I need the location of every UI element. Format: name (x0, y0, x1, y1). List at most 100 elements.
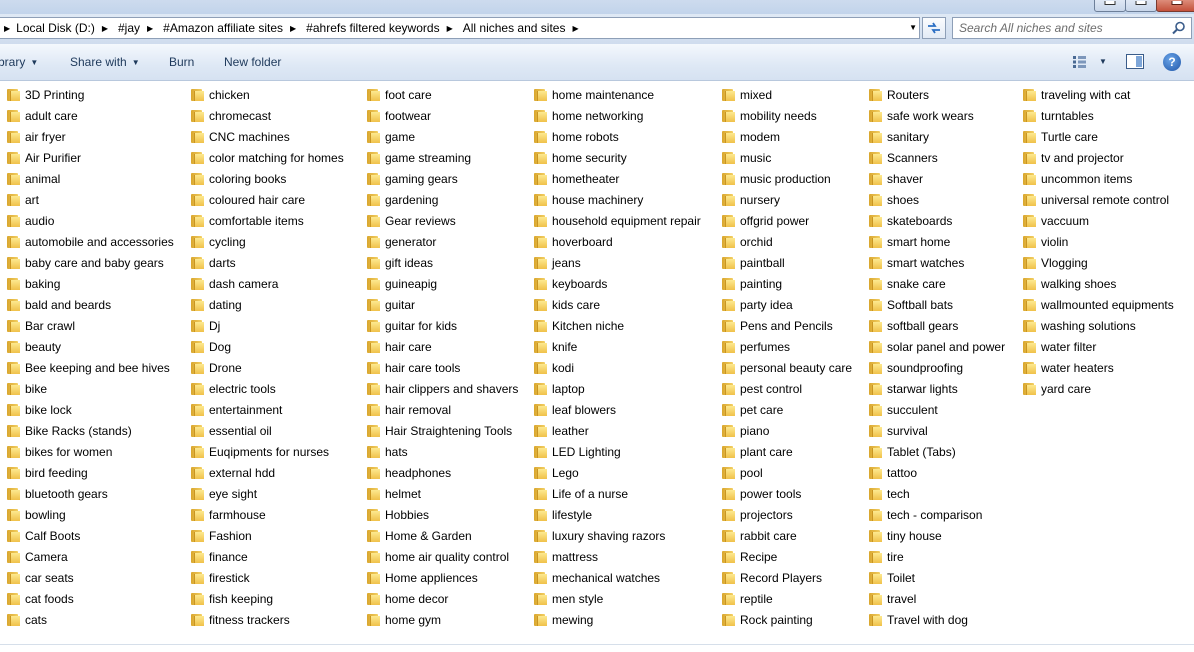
breadcrumb-label[interactable]: #ahrefs filtered keywords (306, 21, 439, 35)
folder-item[interactable]: laptop (534, 378, 701, 399)
folder-item[interactable]: home gym (367, 609, 518, 630)
folder-item[interactable]: tv and projector (1023, 147, 1174, 168)
folder-item[interactable]: cycling (191, 231, 344, 252)
folder-item[interactable]: yard care (1023, 378, 1174, 399)
folder-item[interactable]: external hdd (191, 462, 344, 483)
folder-item[interactable]: Hair Straightening Tools (367, 420, 518, 441)
folder-item[interactable]: mechanical watches (534, 567, 701, 588)
folder-item[interactable]: water heaters (1023, 357, 1174, 378)
folder-item[interactable]: home networking (534, 105, 701, 126)
folder-item[interactable]: Vlogging (1023, 252, 1174, 273)
folder-item[interactable]: universal remote control (1023, 189, 1174, 210)
folder-item[interactable]: foot care (367, 84, 518, 105)
address-dropdown-icon[interactable]: ▼ (909, 23, 917, 32)
folder-item[interactable]: projectors (722, 504, 852, 525)
folder-item[interactable]: guitar (367, 294, 518, 315)
folder-item[interactable]: Record Players (722, 567, 852, 588)
folder-item[interactable]: hats (367, 441, 518, 462)
folder-item[interactable]: Bar crawl (7, 315, 174, 336)
folder-item[interactable]: home decor (367, 588, 518, 609)
folder-item[interactable]: skateboards (869, 210, 1005, 231)
folder-item[interactable]: air fryer (7, 126, 174, 147)
folder-item[interactable]: headphones (367, 462, 518, 483)
folder-item[interactable]: gardening (367, 189, 518, 210)
folder-item[interactable]: Life of a nurse (534, 483, 701, 504)
folder-item[interactable]: chromecast (191, 105, 344, 126)
folder-item[interactable]: coloured hair care (191, 189, 344, 210)
folder-item[interactable]: violin (1023, 231, 1174, 252)
folder-item[interactable]: mixed (722, 84, 852, 105)
folder-item[interactable]: cats (7, 609, 174, 630)
change-view-icon[interactable] (1072, 55, 1088, 69)
folder-item[interactable]: shaver (869, 168, 1005, 189)
folder-item[interactable]: keyboards (534, 273, 701, 294)
folder-item[interactable]: game (367, 126, 518, 147)
folder-item[interactable]: pest control (722, 378, 852, 399)
folder-item[interactable]: mewing (534, 609, 701, 630)
folder-item[interactable]: rabbit care (722, 525, 852, 546)
folder-item[interactable]: offgrid power (722, 210, 852, 231)
folder-item[interactable]: plant care (722, 441, 852, 462)
folder-item[interactable]: starwar lights (869, 378, 1005, 399)
folder-item[interactable]: fish keeping (191, 588, 344, 609)
folder-item[interactable]: beauty (7, 336, 174, 357)
chevron-right-icon[interactable]: ▶ (572, 24, 578, 33)
folder-item[interactable]: hair care tools (367, 357, 518, 378)
chevron-right-icon[interactable]: ▶ (147, 24, 153, 33)
folder-item[interactable]: leather (534, 420, 701, 441)
folder-item[interactable]: chicken (191, 84, 344, 105)
folder-item[interactable]: Calf Boots (7, 525, 174, 546)
chevron-right-icon[interactable]: ▶ (4, 24, 10, 33)
folder-item[interactable]: Home & Garden (367, 525, 518, 546)
folder-item[interactable]: tire (869, 546, 1005, 567)
folder-item[interactable]: baking (7, 273, 174, 294)
folder-item[interactable]: lifestyle (534, 504, 701, 525)
folder-item[interactable]: Dog (191, 336, 344, 357)
search-input[interactable] (959, 20, 1164, 36)
folder-item[interactable]: Bee keeping and bee hives (7, 357, 174, 378)
minimize-button[interactable] (1094, 0, 1126, 12)
folder-item[interactable]: hometheater (534, 168, 701, 189)
folder-item[interactable]: footwear (367, 105, 518, 126)
folder-item[interactable]: Bike Racks (stands) (7, 420, 174, 441)
breadcrumb-all-niches-and-sites[interactable]: All niches and sites ▶ (463, 18, 589, 38)
folder-item[interactable]: succulent (869, 399, 1005, 420)
folder-item[interactable]: tattoo (869, 462, 1005, 483)
folder-item[interactable]: music (722, 147, 852, 168)
breadcrumb-label[interactable]: All niches and sites (463, 21, 566, 35)
folder-item[interactable]: snake care (869, 273, 1005, 294)
folder-item[interactable]: guineapig (367, 273, 518, 294)
folder-item[interactable]: home maintenance (534, 84, 701, 105)
folder-item[interactable]: Travel with dog (869, 609, 1005, 630)
folder-item[interactable]: automobile and accessories (7, 231, 174, 252)
folder-item[interactable]: Turtle care (1023, 126, 1174, 147)
folder-item[interactable]: guitar for kids (367, 315, 518, 336)
folder-item[interactable]: animal (7, 168, 174, 189)
folder-item[interactable]: painting (722, 273, 852, 294)
folder-item[interactable]: dash camera (191, 273, 344, 294)
folder-item[interactable]: game streaming (367, 147, 518, 168)
folder-item[interactable]: Routers (869, 84, 1005, 105)
folder-item[interactable]: bald and beards (7, 294, 174, 315)
folder-item[interactable]: bike lock (7, 399, 174, 420)
view-options-chevron-icon[interactable]: ▼ (1099, 57, 1107, 66)
folder-item[interactable]: personal beauty care (722, 357, 852, 378)
folder-item[interactable]: Softball bats (869, 294, 1005, 315)
close-button[interactable] (1156, 0, 1194, 12)
help-button[interactable]: ? (1163, 53, 1181, 71)
folder-item[interactable]: traveling with cat (1023, 84, 1174, 105)
folder-item[interactable]: firestick (191, 567, 344, 588)
folder-item[interactable]: shoes (869, 189, 1005, 210)
folder-item[interactable]: audio (7, 210, 174, 231)
folder-item[interactable]: Air Purifier (7, 147, 174, 168)
folder-item[interactable]: bikes for women (7, 441, 174, 462)
chevron-right-icon[interactable]: ▶ (290, 24, 296, 33)
folder-item[interactable]: reptile (722, 588, 852, 609)
search-icon[interactable] (1172, 21, 1186, 35)
folder-item[interactable]: piano (722, 420, 852, 441)
folder-item[interactable]: solar panel and power (869, 336, 1005, 357)
folder-item[interactable]: Lego (534, 462, 701, 483)
breadcrumb-label[interactable]: Local Disk (D:) (16, 21, 95, 35)
folder-item[interactable]: power tools (722, 483, 852, 504)
folder-item[interactable]: house machinery (534, 189, 701, 210)
